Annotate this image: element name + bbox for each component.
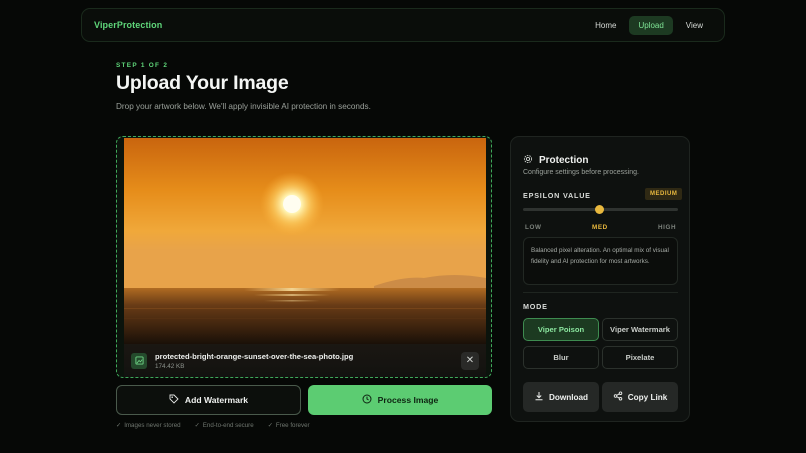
- file-meta: protected-bright-orange-sunset-over-the-…: [155, 352, 353, 370]
- check-icon: ✓: [194, 422, 200, 429]
- nav-links: Home Upload View: [586, 15, 712, 35]
- file-size: 174.42 KB: [155, 362, 185, 370]
- upload-dropzone[interactable]: protected-bright-orange-sunset-over-the-…: [116, 136, 492, 378]
- mode-blur-button[interactable]: Blur: [523, 346, 599, 369]
- share-icon: [613, 391, 623, 403]
- download-label: Download: [548, 392, 589, 402]
- mode-pixelate-button[interactable]: Pixelate: [602, 346, 678, 369]
- mode-label: MODE: [523, 302, 548, 311]
- mode-viper-poison-button[interactable]: Viper Poison: [523, 318, 599, 341]
- panel-title: Protection: [539, 154, 589, 166]
- check-icon: ✓: [267, 422, 273, 429]
- process-image-label: Process Image: [377, 395, 439, 405]
- badge-item: ✓ End-to-end secure: [194, 422, 254, 429]
- page-subtitle: Drop your artwork below. We'll apply inv…: [116, 102, 371, 111]
- top-nav: ViperProtection Home Upload View: [81, 8, 725, 42]
- trust-badges: ✓ Images never stored ✓ End-to-end secure …: [116, 422, 310, 429]
- copy-link-label: Copy Link: [627, 392, 668, 402]
- image-preview: [124, 138, 486, 344]
- image-icon: [131, 352, 147, 369]
- gear-icon: [523, 151, 533, 169]
- file-name: protected-bright-orange-sunset-over-the-…: [155, 351, 354, 361]
- add-watermark-label: Add Watermark: [184, 395, 249, 405]
- tick-med: MED: [592, 224, 608, 231]
- nav-view-link[interactable]: View: [677, 16, 712, 35]
- nav-upload-link[interactable]: Upload: [629, 15, 673, 35]
- clock-icon: [362, 394, 372, 406]
- nav-home-link[interactable]: Home: [586, 16, 625, 35]
- mode-viper-watermark-button[interactable]: Viper Watermark: [602, 318, 678, 341]
- protection-panel: Protection Configure settings before pro…: [510, 136, 690, 422]
- epsilon-description: Balanced pixel alteration. An optimal mi…: [523, 237, 678, 285]
- process-image-button[interactable]: Process Image: [308, 385, 492, 415]
- divider: [523, 292, 678, 293]
- epsilon-level-badge: MEDIUM: [645, 188, 683, 200]
- close-icon: ✕: [465, 355, 475, 366]
- download-icon: [534, 391, 544, 403]
- add-watermark-button[interactable]: Add Watermark: [116, 385, 301, 415]
- epsilon-slider-thumb[interactable]: [595, 205, 604, 214]
- tick-high: HIGH: [658, 224, 677, 231]
- tag-icon: [169, 394, 179, 406]
- file-info-bar: protected-bright-orange-sunset-over-the-…: [124, 344, 486, 377]
- panel-subtitle: Configure settings before processing.: [523, 169, 639, 176]
- page-title: Upload Your Image: [116, 72, 289, 94]
- badge-item: ✓ Free forever: [267, 422, 310, 429]
- brand-logo[interactable]: ViperProtection: [94, 20, 162, 30]
- panel-header: Protection: [523, 151, 588, 169]
- epsilon-label: EPSILON VALUE: [523, 191, 591, 200]
- copy-link-button[interactable]: Copy Link: [602, 382, 678, 412]
- tick-low: LOW: [525, 224, 542, 231]
- remove-file-button[interactable]: ✕: [461, 351, 479, 370]
- download-button[interactable]: Download: [523, 382, 599, 412]
- step-indicator: STEP 1 OF 2: [116, 62, 169, 69]
- badge-item: ✓ Images never stored: [116, 422, 181, 429]
- check-icon: ✓: [116, 422, 122, 429]
